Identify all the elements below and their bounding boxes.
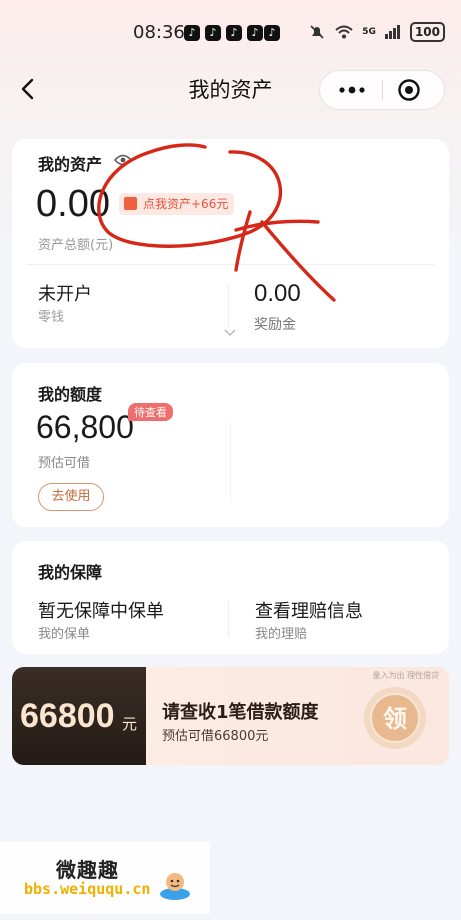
status-time: 08:36 — [133, 22, 185, 43]
claim-seal-icon[interactable]: 领 — [362, 685, 428, 751]
chevron-down-icon[interactable] — [224, 329, 236, 337]
use-quota-button[interactable]: 去使用 — [38, 483, 104, 511]
divider — [228, 284, 229, 326]
battery-indicator: 100 — [409, 22, 445, 42]
assets-title: 我的资产 — [38, 155, 103, 174]
policy-label: 我的保单 — [38, 627, 91, 642]
watermark-title: 微趣趣 — [56, 858, 119, 882]
divider — [26, 264, 435, 265]
change-status[interactable]: 未开户 — [38, 280, 92, 306]
banner-unit: 元 — [122, 715, 138, 733]
policy-status[interactable]: 暂无保障中保单 — [38, 597, 164, 623]
network-type: 5G — [362, 27, 376, 37]
wifi-icon — [335, 25, 353, 39]
tiktok-icon: ♪ — [247, 25, 263, 41]
divider — [230, 423, 231, 503]
reward-label: 奖励金 — [254, 317, 296, 333]
watermark: 微趣趣 bbs.weiququ.cn — [0, 842, 210, 914]
watermark-url: bbs.weiququ.cn — [24, 880, 151, 898]
assets-promo-badge[interactable]: 点我资产+66元 — [119, 193, 235, 215]
promo-text: 点我资产+66元 — [143, 197, 229, 211]
total-assets-label: 资产总额(元) — [38, 238, 114, 253]
banner-amount-panel: 66800 元 — [12, 667, 146, 765]
tiktok-icon: ♪ — [184, 25, 200, 41]
seal-text: 领 — [383, 705, 407, 733]
protection-title: 我的保障 — [38, 563, 103, 582]
quota-title: 我的额度 — [38, 385, 103, 404]
eye-icon[interactable] — [114, 153, 132, 167]
mute-bell-icon — [310, 25, 324, 39]
quota-label: 预估可借 — [38, 456, 91, 471]
claims-link[interactable]: 查看理赔信息 — [255, 597, 363, 623]
mini-program-capsule — [319, 70, 445, 110]
banner-title: 请查收1笔借款额度 — [162, 702, 319, 723]
more-dots-icon[interactable] — [334, 78, 370, 102]
nav-bar: 我的资产 — [0, 66, 461, 112]
red-packet-icon — [124, 197, 137, 210]
reward-amount[interactable]: 0.00 — [254, 280, 301, 308]
signal-icon — [384, 25, 400, 39]
close-miniprogram-icon[interactable] — [397, 78, 421, 102]
total-assets-amount: 0.00 — [36, 183, 110, 225]
banner-amount: 66800 — [20, 697, 115, 735]
quota-amount: 66,800 — [36, 409, 134, 445]
capsule-divider — [382, 80, 383, 100]
banner-disclaimer: 量入为出 理性借贷 — [372, 671, 439, 680]
change-label: 零钱 — [38, 310, 65, 325]
protection-card: 我的保障 暂无保障中保单 我的保单 查看理赔信息 我的理赔 — [12, 541, 449, 654]
quota-card: 我的额度 66,800 待查看 预估可借 去使用 — [12, 363, 449, 527]
tiktok-icon: ♪ — [205, 25, 221, 41]
assets-card: 我的资产 0.00 点我资产+66元 资产总额(元) 未开户 零钱 0.00 奖… — [12, 139, 449, 348]
banner-subtitle: 预估可借66800元 — [162, 729, 269, 744]
mascot-icon — [160, 873, 190, 900]
tiktok-icon: ♪ — [226, 25, 242, 41]
loan-banner[interactable]: 66800 元 量入为出 理性借贷 请查收1笔借款额度 预估可借66800元 领 — [12, 667, 449, 765]
claims-label: 我的理赔 — [255, 627, 308, 642]
tiktok-icon: ♪ — [264, 25, 280, 41]
divider — [228, 601, 229, 637]
status-bar: 08:36 ♪ ♪ ♪ ♪ ♪ 5G 100 — [0, 0, 461, 68]
status-badge: 待查看 — [128, 403, 173, 421]
